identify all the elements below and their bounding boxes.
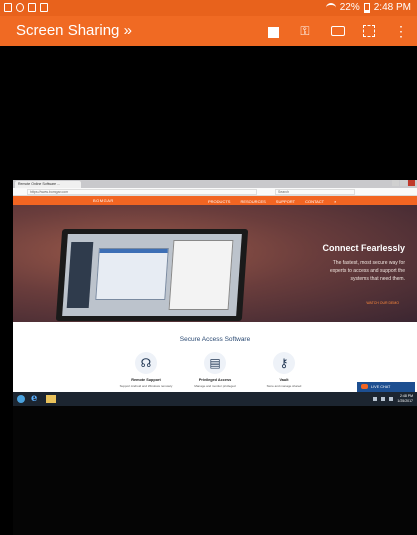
sidebar-window (66, 242, 94, 308)
site-nav: BOMGAR PRODUCTS RESOURCES SUPPORT CONTAC… (13, 196, 417, 205)
keyboard-icon[interactable] (331, 26, 345, 36)
feature-title: Vault (279, 378, 289, 382)
browser-tab[interactable]: Remote Online Software ... (15, 181, 81, 188)
feature-remote-support[interactable]: ☊ Remote Support Support Android and Win… (111, 352, 181, 388)
status-indicators: 22% 2:48 PM (325, 2, 411, 13)
support-console-window (95, 248, 169, 300)
folder-icon[interactable] (46, 395, 56, 403)
browser-address-bar: https://www.bomgar.com Search (13, 188, 417, 196)
tray-icon[interactable] (389, 397, 394, 401)
notification-icons (4, 3, 48, 12)
hero-title: Connect Fearlessly (322, 243, 405, 253)
app-title-text: Screen Sharing (16, 22, 120, 39)
detail-window (168, 240, 234, 310)
wifi-icon (325, 3, 336, 12)
fullscreen-icon[interactable] (363, 25, 375, 37)
more-vert-icon[interactable]: ⋮ (393, 23, 409, 39)
windows-start-icon[interactable] (17, 395, 25, 403)
android-status-bar: 22% 2:48 PM (0, 0, 417, 16)
battery-percent: 22% (339, 2, 360, 13)
feature-title: Privileged Access (198, 378, 232, 382)
nav-link[interactable]: PRODUCTS (208, 199, 230, 204)
window-controls (392, 180, 415, 186)
key-icon: ⚷ (273, 352, 295, 374)
tray-icon[interactable] (381, 397, 386, 401)
browser-search-field[interactable]: Search (275, 189, 355, 195)
live-chat-button[interactable]: LIVE CHAT (357, 382, 415, 392)
key-icon[interactable]: ⚿ (297, 23, 313, 39)
battery-icon (363, 2, 370, 13)
browser-tab-strip: Remote Online Software ... (13, 180, 417, 188)
windows-taskbar: e 2:48 PM 1/25/2017 (13, 392, 417, 406)
taskbar-clock[interactable]: 2:48 PM 1/25/2017 (397, 394, 413, 404)
laptop-image (55, 229, 249, 321)
remote-screen[interactable]: Remote Online Software ... https://www.b… (13, 180, 417, 535)
laptop-screen (62, 234, 242, 316)
chevron-right-icon[interactable]: » (124, 22, 132, 39)
site-logo[interactable]: BOMGAR (93, 198, 114, 203)
app-notification-icon (16, 3, 24, 12)
headset-icon: ☊ (135, 352, 157, 374)
feature-privileged-access[interactable]: ▤ Privileged Access Manage and monitor p… (180, 352, 250, 388)
search-icon[interactable]: ⌕ (334, 199, 336, 204)
clock-date: 1/25/2017 (397, 399, 413, 403)
nav-link[interactable]: SUPPORT (276, 199, 295, 204)
hero-subtitle: The fastest, most secure way for experts… (329, 260, 405, 282)
url-field[interactable]: https://www.bomgar.com (27, 189, 257, 195)
site-nav-links: PRODUCTS RESOURCES SUPPORT CONTACT ⌕ (208, 199, 336, 204)
hero-cta-link[interactable]: WATCH OUR DEMO (366, 301, 399, 305)
app-toolbar: Screen Sharing » ⚿ ⋮ (0, 16, 417, 46)
app-title: Screen Sharing » (16, 22, 132, 39)
feature-desc: Support Android and Windows remotely (119, 384, 173, 388)
close-icon[interactable] (408, 180, 415, 186)
nav-link[interactable]: RESOURCES (240, 199, 265, 204)
nav-link[interactable]: CONTACT (305, 199, 324, 204)
section-title: Secure Access Software (179, 336, 251, 343)
toolbar-actions: ⚿ ⋮ (268, 23, 409, 39)
id-badge-icon: ▤ (204, 352, 226, 374)
feature-desc: Store and manage shared (266, 384, 302, 388)
cast-notification-icon (40, 3, 48, 12)
hero-banner: Connect Fearlessly The fastest, most sec… (13, 205, 417, 322)
maximize-icon[interactable] (400, 180, 407, 186)
internet-explorer-icon[interactable]: e (31, 393, 37, 404)
gallery-notification-icon (4, 3, 12, 12)
download-notification-icon (28, 3, 36, 12)
remote-screen-unrendered (13, 406, 417, 535)
tray-icon[interactable] (373, 397, 378, 401)
feature-vault[interactable]: ⚷ Vault Store and manage shared (249, 352, 319, 388)
feature-desc: Manage and monitor privileged (194, 384, 236, 388)
status-time: 2:48 PM (373, 2, 411, 13)
system-tray: 2:48 PM 1/25/2017 (373, 394, 413, 404)
stop-icon[interactable] (268, 26, 279, 38)
feature-title: Remote Support (131, 378, 161, 382)
minimize-icon[interactable] (392, 180, 399, 186)
